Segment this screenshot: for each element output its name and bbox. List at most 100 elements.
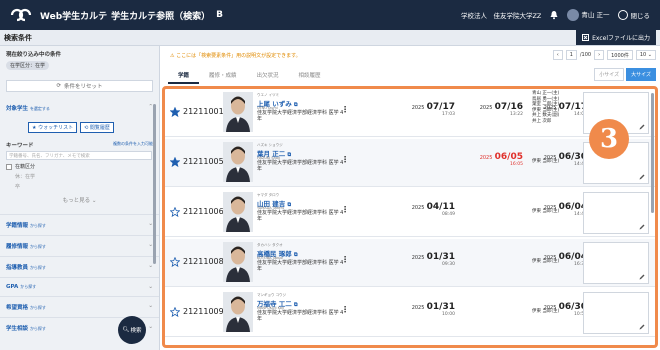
sidebar-section-0[interactable]: 学籍情報 から探す ⌄ xyxy=(0,214,159,235)
table-row[interactable]: 21211001 ウエノ イヅミ 上尾 いずみ ⧉ UENO Izumi 佳友学院大学経… xyxy=(165,89,655,137)
memo-box[interactable] xyxy=(583,292,649,334)
chevron-down-icon: ⌄ xyxy=(148,263,153,269)
student-photo xyxy=(223,192,253,232)
tab-consultation[interactable]: 相談履歴 xyxy=(289,68,331,84)
student-list: 21211001 ウエノ イヅミ 上尾 いずみ ⧉ UENO Izumi 佳友学院大学経… xyxy=(162,86,658,348)
bell-icon[interactable] xyxy=(549,10,559,20)
search-conditions-title: 検索条件 xyxy=(4,33,32,42)
app-title: Web学生カルテ xyxy=(40,11,108,22)
person-photo-icon xyxy=(223,142,253,182)
department: 佳友学院大学経済学部経済学科 医学 4年 xyxy=(257,260,344,272)
memo-box[interactable] xyxy=(583,192,649,234)
section-hint: から探す xyxy=(29,223,46,228)
per-page-select[interactable]: 1000件 xyxy=(607,50,633,60)
section-label: GPA xyxy=(6,284,19,290)
history-button[interactable]: ⟲ 閲覧履歴 xyxy=(80,122,114,133)
memo-box[interactable] xyxy=(583,242,649,284)
d1-date: 2025 04/11 08:49 xyxy=(389,202,455,217)
sidebar-section-1[interactable]: 履修情報 から探す ⌄ xyxy=(0,235,159,256)
student-photo xyxy=(223,92,253,132)
result-tabs: 学籍 履修・成績 出欠状況 相談履歴 xyxy=(168,68,331,84)
pencil-icon[interactable] xyxy=(639,274,645,280)
external-link-icon: ⧉ xyxy=(294,252,298,258)
reset-filter-button[interactable]: ⟳ 条件をリセット xyxy=(6,80,153,92)
page-number-input[interactable]: 1 xyxy=(565,50,577,60)
app-subtitle: 学生カルテ参照（検索） xyxy=(111,11,211,22)
enroll-option-1[interactable]: 休：在学 xyxy=(15,173,153,180)
more-menu-icon[interactable]: ⋮ xyxy=(341,305,349,314)
close-button[interactable]: 閉じる xyxy=(617,10,650,20)
star-icon[interactable] xyxy=(170,207,180,217)
current-filter-chip[interactable]: 在学区分：在学 xyxy=(6,61,50,70)
more-menu-icon[interactable]: ⋮ xyxy=(341,255,349,264)
notice-message: ここには「検索要素条件」用の説明文が設定できます。 xyxy=(176,53,301,59)
date-year: 2025 xyxy=(411,255,425,261)
enroll-option-2[interactable]: 卒 xyxy=(15,183,153,190)
search-button[interactable]: 🔍︎ 検索 xyxy=(118,316,146,344)
department: 佳友学院大学経済学部経済学科 医学 4年 xyxy=(257,110,344,122)
view-large-button[interactable]: 大サイズ xyxy=(626,68,656,81)
view-small-button[interactable]: 小サイズ xyxy=(594,68,625,81)
date-year: 2025 xyxy=(411,305,425,311)
watchlist-label: ウォッチリスト xyxy=(38,125,74,131)
student-photo xyxy=(223,242,253,282)
date-year: 2025 xyxy=(479,155,493,161)
enroll-label: 在籍区分 xyxy=(15,164,36,170)
keyword-input[interactable]: 学籍番号、氏名、フリガナ、メモで検索 xyxy=(6,151,152,160)
reset-filter-label: 条件をリセット xyxy=(64,84,103,90)
enroll-checkbox[interactable] xyxy=(6,163,12,170)
date-year: 2025 xyxy=(411,205,425,211)
star-icon[interactable] xyxy=(170,307,180,317)
sidebar-section-3[interactable]: GPA から探す ⌄ xyxy=(0,277,159,296)
tab-enrollment[interactable]: 学籍 xyxy=(168,68,200,84)
table-row[interactable]: 21211008 タカハシ タクオ 高橋民 琢郎 ⧉ KOTOBA Takuo 佳友学院… xyxy=(165,239,655,287)
more-menu-icon[interactable]: ⋮ xyxy=(341,105,349,114)
teacher-name: 伊東 当郎(主) xyxy=(532,209,560,214)
sidebar-section-2[interactable]: 指導教員 から探す ⌄ xyxy=(0,256,159,277)
star-icon[interactable] xyxy=(170,107,180,117)
prev-page-button[interactable]: ‹ xyxy=(552,50,563,60)
sidebar-scrollbar[interactable] xyxy=(153,104,156,264)
more-menu-icon[interactable]: ⋮ xyxy=(341,205,349,214)
more-menu-icon[interactable]: ⋮ xyxy=(341,155,349,164)
tab-attendance[interactable]: 出欠状況 xyxy=(247,68,289,84)
section-label: 学籍情報 xyxy=(6,223,29,229)
pencil-icon[interactable] xyxy=(639,324,645,330)
section-label: 希望資格 xyxy=(6,305,29,311)
star-icon[interactable] xyxy=(170,257,180,267)
target-student-section[interactable]: 対象学生 を選定する ⌃ xyxy=(0,98,159,118)
view-size-toggle: 小サイズ 大サイズ xyxy=(594,68,656,81)
student-id: 21211009 xyxy=(183,307,224,316)
date-time: 16:05 xyxy=(510,162,523,167)
search-icon: 🔍︎ xyxy=(122,327,130,333)
excel-export-button[interactable]: Excelファイルに出力 xyxy=(576,30,656,45)
top-bar: Web学生カルテ 学生カルテ参照（検索） B 学校法人 佳友学院大学ZZ 青山 … xyxy=(0,0,660,30)
external-link-icon: ⧉ xyxy=(287,152,292,158)
organization-name: 学校法人 佳友学院大学ZZ xyxy=(460,12,542,20)
teacher-name: 葉室 二郎(主) xyxy=(532,102,560,107)
tab-courses[interactable]: 履修・成績 xyxy=(199,68,247,84)
list-scrollbar[interactable] xyxy=(651,93,654,213)
star-icon[interactable] xyxy=(170,157,180,167)
d2-date: 2025 06/05 16:05 xyxy=(457,152,523,167)
table-row[interactable]: 21211005 ハズキ ショウジ 葉月 正二 ⧉ HAZUKI Shoji 佳友学院大… xyxy=(165,139,655,187)
close-icon xyxy=(617,10,628,20)
per-page-2-value: 10 xyxy=(639,52,647,58)
watchlist-button[interactable]: ★ ウォッチリスト xyxy=(28,122,78,133)
pencil-icon[interactable] xyxy=(639,224,645,230)
student-photo xyxy=(223,292,253,332)
pencil-icon[interactable] xyxy=(639,124,645,130)
table-row[interactable]: 21211009 マンギョウ コウジ 万福寺 工二 ⧉ MANPUKUJI Koji 佳… xyxy=(165,289,655,337)
table-row[interactable]: 21211006 ヤマダ タロウ 山田 建吉 ⧉ YAMADA Takeru 佳友学院大… xyxy=(165,189,655,237)
next-page-button[interactable]: › xyxy=(594,50,605,60)
date-year: 2025 xyxy=(411,105,425,111)
show-more-link[interactable]: もっと見る ⌄ xyxy=(6,196,153,204)
user-menu[interactable]: 青山 正一 xyxy=(567,9,610,21)
section-hint: から探す xyxy=(29,244,46,249)
per-page-select-2[interactable]: 10 ⌄ xyxy=(635,50,656,60)
enroll-filter[interactable]: 在籍区分 xyxy=(6,163,153,170)
sidebar-section-4[interactable]: 希望資格 から探す ⌄ xyxy=(0,296,159,317)
pencil-icon[interactable] xyxy=(639,174,645,180)
section-label: 履修情報 xyxy=(6,244,29,250)
teacher-list: 伊東 当郎(主) xyxy=(532,309,559,315)
